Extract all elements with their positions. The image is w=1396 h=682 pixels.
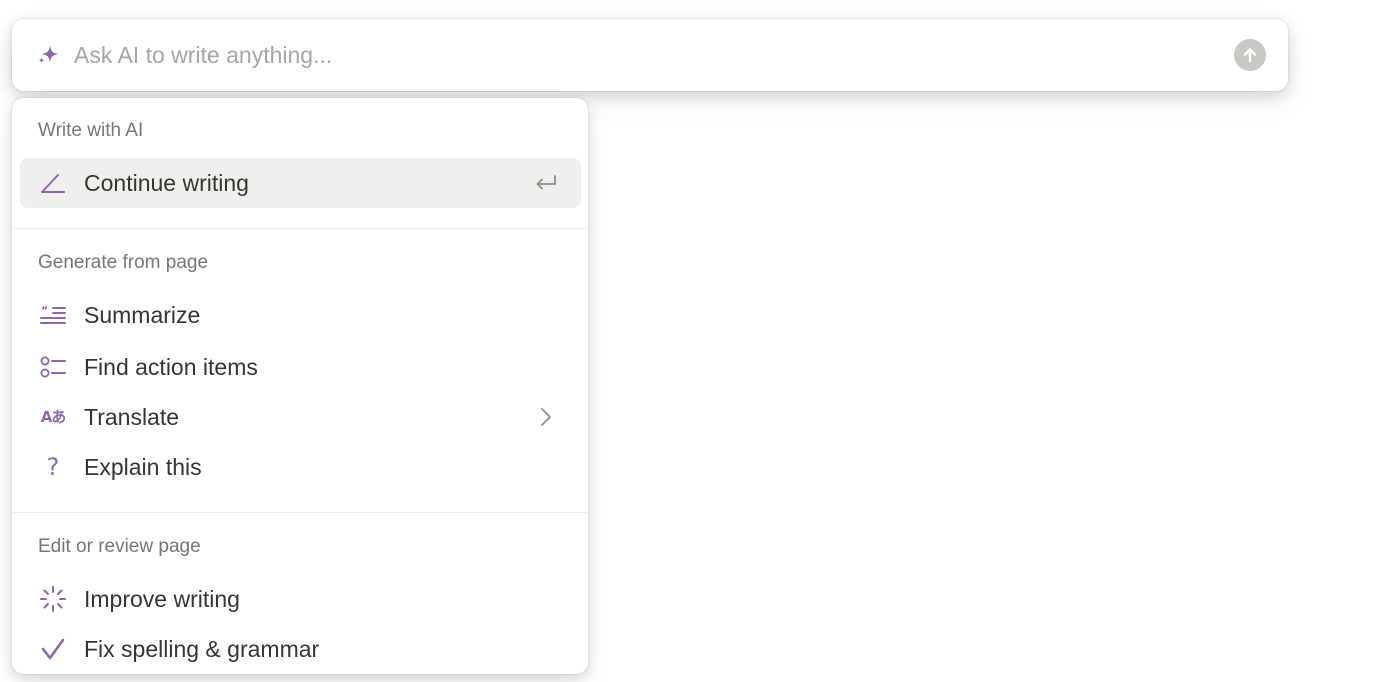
checklist-icon bbox=[38, 352, 68, 382]
section-divider bbox=[12, 512, 588, 513]
arrow-up-icon bbox=[1243, 48, 1257, 63]
svg-text:“: “ bbox=[41, 304, 48, 317]
section-title-generate-from-page: Generate from page bbox=[38, 252, 209, 273]
section-title-edit-or-review-page: Edit or review page bbox=[38, 536, 201, 557]
sparkle-icon bbox=[36, 42, 62, 68]
section-title-write-with-ai: Write with AI bbox=[38, 120, 144, 141]
menu-item-label: Improve writing bbox=[84, 585, 240, 612]
checkmark-icon bbox=[38, 634, 68, 664]
menu-item-explain-this[interactable]: ? Explain this bbox=[20, 442, 581, 492]
submit-button[interactable] bbox=[1234, 39, 1266, 71]
menu-item-label: Continue writing bbox=[84, 169, 249, 196]
menu-item-label: Fix spelling & grammar bbox=[84, 635, 320, 662]
chevron-right-icon bbox=[533, 404, 559, 430]
summary-lines-icon: “ bbox=[38, 300, 68, 330]
ai-command-menu: Write with AI Continue writing Generate … bbox=[12, 98, 588, 674]
enter-key-icon bbox=[533, 170, 559, 196]
ai-prompt-input[interactable] bbox=[74, 35, 1234, 75]
menu-item-label: Explain this bbox=[84, 453, 202, 480]
menu-item-label: Find action items bbox=[84, 353, 258, 380]
question-mark-icon: ? bbox=[46, 453, 60, 481]
translate-icon: Aあ bbox=[40, 407, 67, 426]
menu-item-fix-spelling-grammar[interactable]: Fix spelling & grammar bbox=[20, 624, 581, 674]
menu-item-find-action-items[interactable]: Find action items bbox=[20, 342, 581, 392]
section-divider bbox=[12, 228, 588, 229]
menu-item-continue-writing[interactable]: Continue writing bbox=[20, 158, 581, 208]
pen-icon bbox=[38, 168, 68, 198]
menu-item-label: Translate bbox=[84, 403, 180, 430]
menu-item-summarize[interactable]: “ Summarize bbox=[20, 290, 581, 340]
menu-item-translate[interactable]: Aあ Translate bbox=[20, 392, 581, 442]
ai-prompt-bar bbox=[12, 19, 1288, 91]
menu-item-label: Summarize bbox=[84, 301, 201, 328]
menu-item-improve-writing[interactable]: Improve writing bbox=[20, 574, 581, 624]
magic-burst-icon bbox=[38, 584, 68, 614]
